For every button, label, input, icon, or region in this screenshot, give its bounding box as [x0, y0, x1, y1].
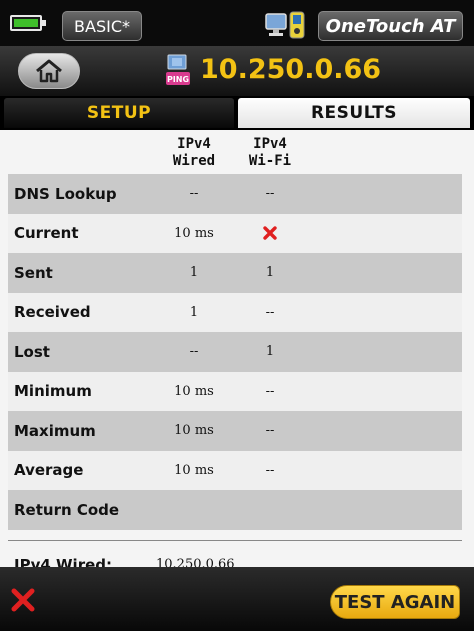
row-label: DNS Lookup	[14, 184, 117, 203]
wired-value: 1	[189, 304, 199, 320]
wired-value: --	[189, 344, 199, 360]
table-row: Lost -- 1	[8, 332, 462, 372]
wifi-value: --	[265, 462, 275, 478]
ping-test-icon: PING	[166, 54, 190, 85]
wired-value: 1	[189, 265, 199, 281]
table-row: Minimum 10 ms --	[8, 371, 462, 411]
wifi-value: --	[265, 423, 275, 439]
home-button[interactable]	[18, 53, 80, 89]
summary-value: 10.250.0.66	[156, 557, 235, 567]
status-bar: BASIC* OneTouch AT	[0, 0, 474, 46]
fail-x-icon	[263, 226, 277, 240]
row-label: Lost	[14, 342, 50, 361]
close-icon[interactable]	[10, 587, 36, 613]
row-label: Sent	[14, 263, 53, 282]
row-label: Return Code	[14, 500, 120, 519]
table-row: DNS Lookup -- --	[8, 174, 462, 214]
title-bar: PING 10.250.0.66	[0, 46, 474, 96]
page-title: 10.250.0.66	[200, 54, 382, 85]
profile-label: BASIC*	[74, 16, 130, 36]
footer-bar: TEST AGAIN	[0, 567, 474, 631]
row-label: Received	[14, 303, 91, 322]
row-label: Current	[14, 224, 79, 243]
tab-results[interactable]: RESULTS	[238, 98, 470, 128]
test-again-button[interactable]: TEST AGAIN	[330, 585, 460, 619]
table-row: Maximum 10 ms --	[8, 411, 462, 451]
wifi-value	[236, 226, 304, 241]
summary-label: IPv4 Wired:	[14, 556, 113, 567]
brand-label: OneTouch AT	[325, 15, 456, 37]
wired-value: --	[189, 186, 199, 202]
tab-setup[interactable]: SETUP	[4, 98, 234, 128]
home-icon	[36, 59, 62, 83]
wifi-value: --	[265, 304, 275, 320]
wifi-value: --	[265, 383, 275, 399]
section-divider	[8, 540, 462, 541]
battery-icon	[10, 15, 46, 31]
table-row: Received 1 --	[8, 292, 462, 332]
ping-badge-text: PING	[167, 75, 189, 84]
column-header-wired: IPv4 Wired	[172, 136, 216, 169]
wired-value: 10 ms	[174, 462, 214, 478]
table-row: Sent 1 1	[8, 253, 462, 293]
row-label: Maximum	[14, 421, 96, 440]
results-panel: IPv4 Wired IPv4 Wi-Fi DNS Lookup -- -- C…	[0, 130, 474, 567]
test-again-label: TEST AGAIN	[334, 591, 456, 613]
wifi-value: 1	[265, 344, 275, 360]
table-row: Return Code	[8, 490, 462, 530]
profile-button[interactable]: BASIC*	[62, 11, 142, 41]
wifi-value: 1	[265, 265, 275, 281]
column-header-wifi: IPv4 Wi-Fi	[248, 136, 292, 169]
results-table: DNS Lookup -- -- Current 10 ms Sent 1 1 …	[8, 174, 462, 530]
network-status-icon[interactable]	[264, 10, 308, 42]
wired-value: 10 ms	[174, 383, 214, 399]
row-label: Average	[14, 461, 84, 480]
wired-value: 10 ms	[174, 225, 214, 241]
wired-value: 10 ms	[174, 423, 214, 439]
brand-button[interactable]: OneTouch AT	[318, 11, 463, 41]
tab-bar: SETUP RESULTS	[0, 96, 474, 130]
wifi-value: --	[265, 186, 275, 202]
row-label: Minimum	[14, 382, 92, 401]
table-row: Average 10 ms --	[8, 450, 462, 490]
table-row: Current 10 ms	[8, 213, 462, 253]
